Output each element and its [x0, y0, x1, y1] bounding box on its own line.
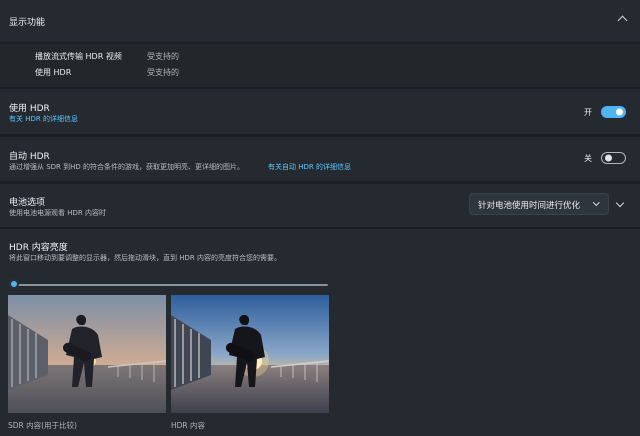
capabilities-panel: 播放流式传输 HDR 视频 受支持的 使用 HDR 受支持的 [0, 44, 640, 87]
capability-label-streaming-hdr: 播放流式传输 HDR 视频 [35, 52, 122, 61]
sdr-preview-caption: SDR 内容(用于比较) [8, 421, 77, 430]
use-hdr-toggle[interactable] [601, 106, 626, 118]
use-hdr-row: 使用 HDR 有关 HDR 的详细信息 开 [0, 89, 640, 134]
auto-hdr-description: 通过增强从 SDR 到HD 的符合条件的游戏，获取更加明亮、更详细的图片。 [9, 163, 245, 171]
chevron-down-icon[interactable] [615, 198, 625, 208]
battery-options-description: 使用电池电源观看 HDR 内容时 [9, 209, 106, 217]
chevron-up-icon[interactable] [617, 15, 628, 26]
dropdown-selected-value: 针对电池使用时间进行优化 [478, 201, 581, 211]
dropdown-chevron-icon [593, 199, 600, 206]
hdr-details-link[interactable]: 有关 HDR 的详细信息 [9, 114, 78, 124]
hdr-brightness-description: 将此窗口移动到要调整的显示器，然后拖动滑块，直到 HDR 内容的亮度符合您的需要… [9, 254, 281, 262]
use-hdr-title: 使用 HDR [9, 104, 50, 114]
hdr-brightness-title: HDR 内容亮度 [9, 243, 68, 253]
toggle-knob [605, 154, 612, 162]
hdr-preview-image [171, 295, 329, 413]
hdr-preview-caption: HDR 内容 [171, 421, 206, 430]
display-features-title: 显示功能 [9, 18, 46, 28]
capability-label-use-hdr: 使用 HDR [35, 68, 72, 77]
auto-hdr-title: 自动 HDR [9, 152, 50, 162]
sdr-preview-image [8, 295, 166, 413]
hdr-brightness-slider-thumb[interactable] [9, 279, 19, 289]
capability-value-streaming-hdr: 受支持的 [147, 52, 179, 61]
toggle-knob [616, 108, 623, 116]
use-hdr-state-label: 开 [584, 108, 592, 117]
auto-hdr-state-label: 关 [584, 154, 592, 163]
auto-hdr-toggle[interactable] [601, 152, 626, 164]
auto-hdr-details-link[interactable]: 有关自动 HDR 的详细信息 [268, 162, 351, 172]
battery-options-title: 电池选项 [9, 198, 46, 208]
display-features-header[interactable]: 显示功能 [0, 0, 640, 42]
auto-hdr-row: 自动 HDR 通过增强从 SDR 到HD 的符合条件的游戏，获取更加明亮、更详细… [0, 137, 640, 181]
hdr-brightness-slider-track[interactable] [14, 284, 328, 286]
battery-optimization-dropdown[interactable]: 针对电池使用时间进行优化 [469, 193, 609, 215]
capability-value-use-hdr: 受支持的 [147, 68, 179, 77]
